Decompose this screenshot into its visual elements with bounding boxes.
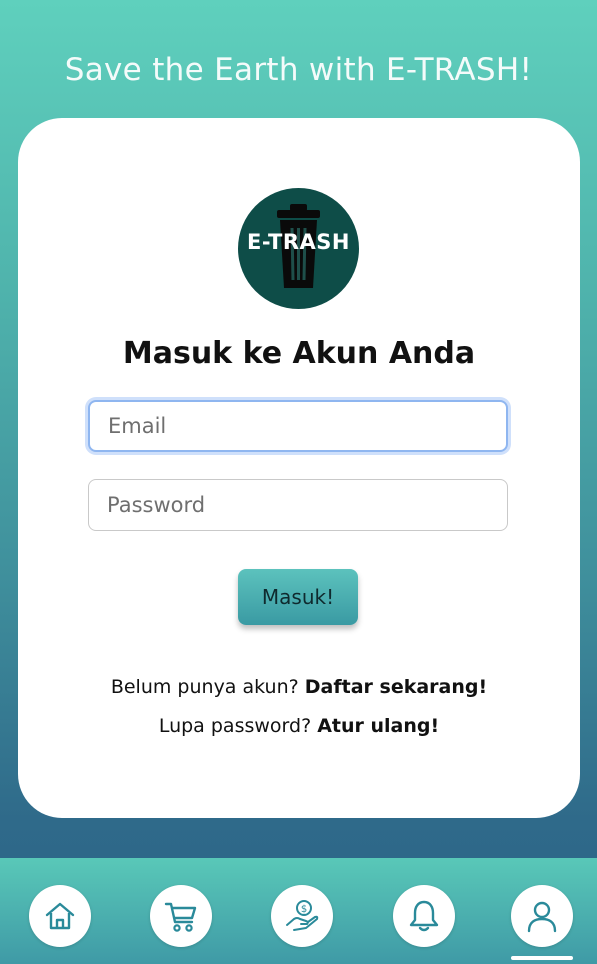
forgot-line: Lupa password? Atur ulang! <box>18 715 580 737</box>
money-hand-icon: $ <box>286 900 319 931</box>
nav-exchange-button[interactable]: $ <box>271 885 333 947</box>
app-tagline: Save the Earth with E-TRASH! <box>64 52 533 88</box>
register-prompt: Belum punya akun? <box>110 676 299 698</box>
cart-icon <box>164 902 197 932</box>
email-field[interactable] <box>88 400 508 452</box>
register-link[interactable]: Daftar sekarang! <box>305 676 487 698</box>
reset-password-link[interactable]: Atur ulang! <box>317 715 439 737</box>
login-card: E-TRASH Masuk ke Akun Anda Masuk! Belum … <box>18 118 580 818</box>
nav-cart-button[interactable] <box>150 885 212 947</box>
nav-profile-button[interactable] <box>511 885 573 947</box>
active-tab-indicator <box>511 956 573 960</box>
login-title: Masuk ke Akun Anda <box>122 336 476 371</box>
home-icon <box>45 902 75 930</box>
login-button[interactable]: Masuk! <box>238 569 358 625</box>
forgot-prompt: Lupa password? <box>158 715 312 737</box>
logo-text: E-TRASH <box>247 230 350 254</box>
svg-text:$: $ <box>301 904 307 915</box>
bell-icon <box>409 900 439 932</box>
bottom-nav: $ <box>0 858 597 964</box>
etrash-logo: E-TRASH <box>238 188 359 309</box>
password-field[interactable] <box>88 479 508 531</box>
nav-home-button[interactable] <box>29 885 91 947</box>
register-line: Belum punya akun? Daftar sekarang! <box>18 676 580 698</box>
nav-notifications-button[interactable] <box>393 885 455 947</box>
user-icon <box>527 901 557 933</box>
